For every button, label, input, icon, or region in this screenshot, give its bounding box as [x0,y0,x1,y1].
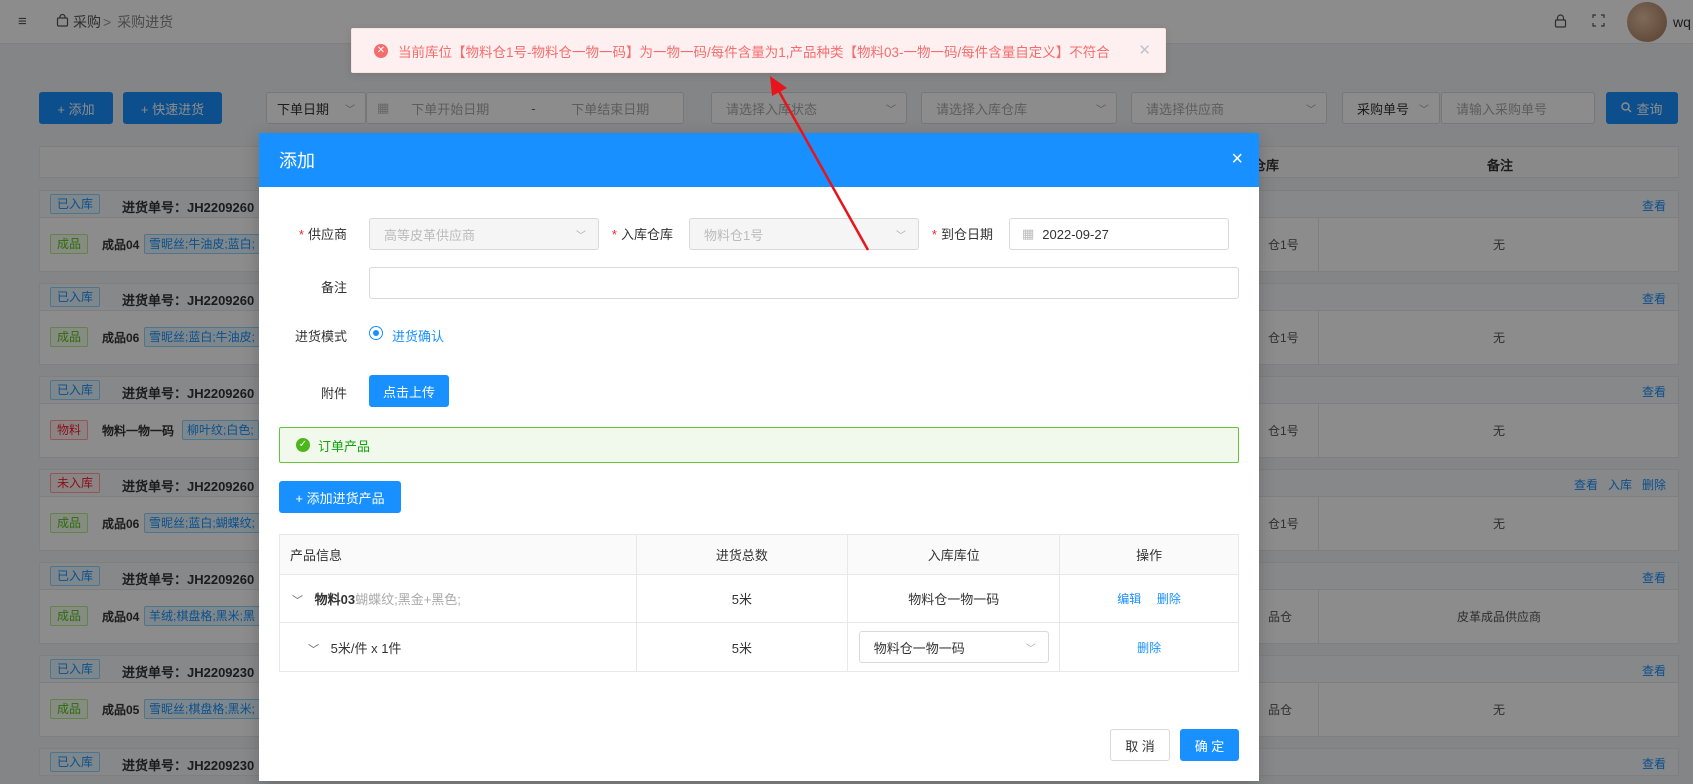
supplier-label: * 供应商 [298,227,347,242]
error-icon: ✕ [374,43,388,58]
mode-radio[interactable] [369,326,383,340]
remark-label: 备注 [320,280,347,295]
check-circle-icon: ✓ [296,438,310,452]
order-products-banner: ✓ 订单产品 [279,427,1239,463]
warehouse-value: 物料仓1号 [704,227,764,243]
cancel-button[interactable]: 取 消 [1110,729,1170,761]
pack-spec: 5米/件 x 1件 [330,640,402,656]
dialog-title: 添加 [279,151,315,171]
table-row: ﹀ 物料03蝴蝶纹;黑金+黑色; 5米 物料仓一物一码 编辑 删除 [279,574,1239,623]
remark-textarea[interactable] [369,267,1239,299]
product-name: 物料03 [314,592,356,607]
error-toast: ✕ 当前库位【物料仓1号-物料仓一物一码】为一物一码/每件含量为1,产品种类【物… [351,28,1166,73]
product-total: 5米 [635,574,849,623]
chevron-down-icon: ﹀ [1025,644,1036,655]
confirm-button[interactable]: 确 定 [1180,729,1239,761]
pack-total: 5米 [635,622,849,672]
toast-message: 当前库位【物料仓1号-物料仓一物一码】为一物一码/每件含量为1,产品种类【物料0… [398,44,1110,60]
location-value: 物料仓一物一码 [873,640,965,656]
mode-label: 进货模式 [294,329,347,344]
product-cell: ﹀ 物料03蝴蝶纹;黑金+黑色; [279,574,637,623]
location-select[interactable]: 物料仓一物一码 ﹀ [858,631,1049,663]
warehouse-select[interactable]: 物料仓1号 ﹀ [689,218,919,250]
arrival-date-picker[interactable]: ▦ 2022-09-27 [1009,218,1229,250]
product-location: 物料仓一物一码 [847,574,1061,623]
pack-actions: 删除 [1059,622,1239,672]
add-product-button[interactable]: + 添加进货产品 [279,481,401,513]
arrival-date-value: 2022-09-27 [1042,226,1109,242]
th-actions: 操作 [1059,534,1239,575]
mode-value[interactable]: 进货确认 [392,326,444,345]
supplier-value: 高等皮革供应商 [384,227,476,243]
add-dialog: 添加 × * 供应商 高等皮革供应商 ﹀ * 入库仓库 物料仓1号 ﹀ * 到仓日期 ▦ … [259,133,1259,781]
close-icon[interactable]: ✕ [1138,41,1151,59]
delete-link[interactable]: 删除 [1137,641,1161,655]
th-product-info: 产品信息 [279,534,637,575]
chevron-down-icon: ﹀ [576,231,586,242]
th-total: 进货总数 [635,534,849,575]
calendar-icon: ▦ [1022,226,1035,241]
order-products-label: 订单产品 [318,438,371,454]
edit-link[interactable]: 编辑 [1117,592,1141,606]
attachment-label: 附件 [320,386,347,401]
product-spec: 蝴蝶纹;黑金+黑色; [355,592,461,607]
pack-location-cell: 物料仓一物一码 ﹀ [847,622,1061,672]
chevron-down-icon[interactable]: ﹀ [308,644,319,656]
supplier-select[interactable]: 高等皮革供应商 ﹀ [369,218,599,250]
product-actions: 编辑 删除 [1059,574,1239,623]
arrival-date-label: * 到仓日期 [931,227,993,242]
chevron-down-icon[interactable]: ﹀ [292,595,303,607]
table-row: ﹀ 5米/件 x 1件 5米 物料仓一物一码 ﹀ 删除 [279,622,1239,672]
th-location: 入库库位 [847,534,1061,575]
upload-button[interactable]: 点击上传 [369,375,449,407]
products-table: 产品信息 进货总数 入库库位 操作 ﹀ 物料03蝴蝶纹;黑金+黑色; 5米 物料… [279,534,1239,672]
chevron-down-icon: ﹀ [896,231,906,242]
pack-cell: ﹀ 5米/件 x 1件 [279,622,637,672]
delete-link[interactable]: 删除 [1157,592,1181,606]
close-icon[interactable]: × [1231,148,1243,170]
dialog-header: 添加 × [259,133,1259,187]
warehouse-label: * 入库仓库 [611,227,673,242]
